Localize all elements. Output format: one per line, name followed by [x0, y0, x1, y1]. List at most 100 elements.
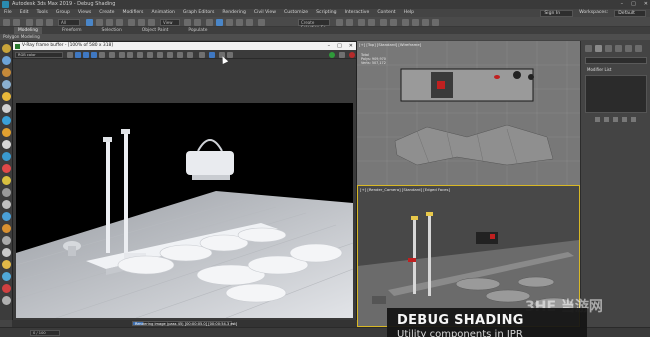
tab-selection[interactable]: Selection: [102, 27, 122, 34]
selection-filter-dropdown[interactable]: All: [58, 18, 80, 26]
percent-snap-icon[interactable]: [236, 18, 243, 26]
stereo-icon[interactable]: [227, 51, 233, 58]
vfb-maximize-button[interactable]: □: [337, 42, 342, 50]
render-production-icon[interactable]: [432, 18, 439, 26]
camera-icon[interactable]: [2, 104, 11, 113]
clear-image-icon[interactable]: [137, 51, 143, 58]
tab-modeling[interactable]: Modeling: [14, 27, 42, 34]
undo-icon[interactable]: [3, 18, 10, 26]
curve-editor-icon[interactable]: [380, 18, 387, 26]
menu-scripting[interactable]: Scripting: [316, 9, 336, 17]
modify-tab-icon[interactable]: [595, 45, 602, 52]
vray-toolbar-icon[interactable]: [2, 284, 11, 293]
render-channel-dropdown[interactable]: RGB color: [15, 51, 63, 58]
viewport-top[interactable]: [+] [Top] [Standard] [Wireframe] Total P…: [357, 41, 580, 185]
menu-interactive[interactable]: Interactive: [345, 9, 370, 17]
display-icon[interactable]: [2, 80, 11, 89]
teapot-icon[interactable]: [2, 140, 11, 149]
menu-animation[interactable]: Animation: [151, 9, 174, 17]
vray-fur-icon[interactable]: [2, 188, 11, 197]
load-image-icon[interactable]: [127, 51, 133, 58]
render-image[interactable]: [16, 103, 353, 318]
workspace-dropdown[interactable]: Default: [614, 9, 646, 17]
rotate-icon[interactable]: [138, 18, 145, 26]
selection-region-icon[interactable]: [106, 18, 113, 26]
menu-tools[interactable]: Tools: [37, 9, 48, 17]
menu-edit[interactable]: Edit: [20, 9, 29, 17]
region-render-icon[interactable]: [167, 51, 173, 58]
viewport-camera-label[interactable]: [+] [Render_Camera] [Standard] [Edged Fa…: [360, 187, 450, 192]
menu-views[interactable]: Views: [78, 9, 91, 17]
sun-icon[interactable]: [2, 128, 11, 137]
vray-clipper-icon[interactable]: [2, 248, 11, 257]
pivot-center-icon[interactable]: [184, 18, 191, 26]
correction-controls-icon[interactable]: [209, 51, 215, 58]
menu-rendering[interactable]: Rendering: [222, 9, 245, 17]
tab-object-paint[interactable]: Object Paint: [142, 27, 169, 34]
display-tab-icon[interactable]: [625, 45, 632, 52]
align-icon[interactable]: [346, 18, 353, 26]
mono-icon[interactable]: [109, 51, 115, 58]
modifier-list-dropdown[interactable]: Modifier List: [587, 67, 611, 72]
hierarchy-tab-icon[interactable]: [605, 45, 612, 52]
vfb-minimize-button[interactable]: –: [328, 42, 331, 50]
vray-proxy-icon[interactable]: [2, 152, 11, 161]
layer-icon[interactable]: [2, 68, 11, 77]
tab-freeform[interactable]: Freeform: [62, 27, 82, 34]
pin-stack-icon[interactable]: [595, 117, 600, 122]
green-channel-icon[interactable]: [83, 51, 89, 58]
select-manipulate-icon[interactable]: [194, 18, 201, 26]
scene-explorer-icon[interactable]: [358, 18, 365, 26]
frame-counter[interactable]: 0 / 100: [30, 330, 60, 336]
blue-channel-icon[interactable]: [91, 51, 97, 58]
close-button[interactable]: ✕: [644, 0, 648, 9]
vray-plane-icon[interactable]: [2, 200, 11, 209]
vfb-close-button[interactable]: ✕: [349, 42, 353, 50]
ipr-icon[interactable]: [339, 51, 345, 58]
modifier-stack[interactable]: [585, 75, 647, 113]
rendered-frame-window-icon[interactable]: [422, 18, 429, 26]
tab-populate[interactable]: Populate: [188, 27, 207, 34]
show-end-result-icon[interactable]: [604, 117, 609, 122]
history-icon[interactable]: [199, 51, 205, 58]
vray-sun-icon[interactable]: [2, 176, 11, 185]
create-tab-icon[interactable]: [585, 45, 592, 52]
link-to-viewport-icon[interactable]: [177, 51, 183, 58]
menu-graph-editors[interactable]: Graph Editors: [183, 9, 215, 17]
scale-icon[interactable]: [148, 18, 155, 26]
vray-ies-icon[interactable]: [2, 260, 11, 269]
utilities-tab-icon[interactable]: [635, 45, 642, 52]
mirror-icon[interactable]: [336, 18, 343, 26]
layer-explorer-icon[interactable]: [368, 18, 375, 26]
vray-env-icon[interactable]: [2, 272, 11, 281]
material-editor-icon[interactable]: [402, 18, 409, 26]
remove-modifier-icon[interactable]: [622, 117, 627, 122]
edit-named-selection-icon[interactable]: [258, 18, 265, 26]
vray-dome-icon[interactable]: [2, 224, 11, 233]
render-icon[interactable]: [329, 51, 335, 58]
vray-light-icon[interactable]: [2, 164, 11, 173]
link-icon[interactable]: [26, 18, 33, 26]
bind-space-warp-icon[interactable]: [46, 18, 53, 26]
keyboard-shortcut-toggle-icon[interactable]: [206, 18, 213, 26]
minimize-button[interactable]: –: [621, 0, 624, 9]
lens-effects-icon[interactable]: [187, 51, 193, 58]
window-crossing-icon[interactable]: [116, 18, 123, 26]
render-setup-icon[interactable]: [412, 18, 419, 26]
angle-snap-icon[interactable]: [226, 18, 233, 26]
viewport-top-label[interactable]: [+] [Top] [Standard] [Wireframe]: [359, 42, 421, 47]
select-by-name-icon[interactable]: [96, 18, 103, 26]
schematic-view-icon[interactable]: [390, 18, 397, 26]
menu-create[interactable]: Create: [99, 9, 114, 17]
copy-to-max-fb-icon[interactable]: [147, 51, 153, 58]
vray-sphere-icon[interactable]: [2, 212, 11, 221]
stop-render-icon[interactable]: [349, 51, 355, 58]
select-object-icon[interactable]: [86, 18, 93, 26]
move-icon[interactable]: [128, 18, 135, 26]
track-mouse-icon[interactable]: [157, 51, 163, 58]
red-channel-icon[interactable]: [75, 51, 81, 58]
sign-in-dropdown[interactable]: Sign In: [540, 9, 574, 17]
reference-coordinate-dropdown[interactable]: View: [160, 18, 180, 26]
sphere-icon[interactable]: [2, 116, 11, 125]
menu-group[interactable]: Group: [56, 9, 70, 17]
